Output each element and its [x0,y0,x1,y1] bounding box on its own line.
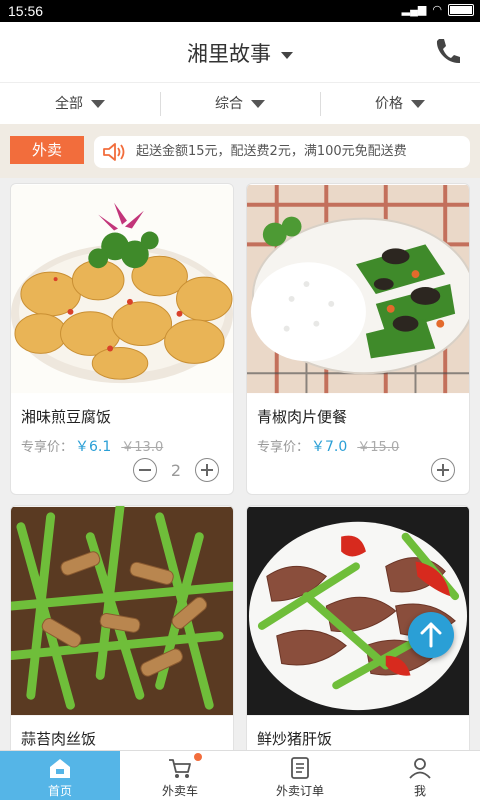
original-price: ￥15.0 [357,440,400,455]
dish-image [11,506,233,716]
tab-profile-label: 我 [413,784,426,798]
product-name: 青椒肉片便餐 [257,408,348,426]
filter-sort[interactable]: 综合 [160,83,320,124]
orders-icon [291,757,309,779]
price-label: 专享价： [257,440,310,455]
original-price: ￥13.0 [121,440,164,455]
speaker-icon [103,143,125,161]
delivery-notice: 起送金额15元，配送费2元，满100元免配送费 [94,136,470,168]
wifi-icon: ◠ [432,4,442,16]
plus-button[interactable] [431,458,455,482]
tab-orders-label: 外卖订单 [275,784,324,798]
price-label: 专享价： [21,440,74,455]
filter-all[interactable]: 全部 [0,83,160,124]
quantity-stepper: 2 [133,458,219,482]
bottom-tab-bar: 首页 外卖车 外卖订单 我 [0,750,480,800]
top-bar: 湘里故事 [0,22,480,82]
product-price: 专享价： ￥6.1 ￥13.0 [21,436,163,456]
current-price: ￥6.1 [75,439,112,455]
product-card[interactable]: 蒜苔肉丝饭 [10,505,234,765]
scroll-top-button[interactable] [408,612,454,658]
product-name: 蒜苔肉丝饭 [21,730,97,748]
plus-button[interactable] [195,458,219,482]
quantity-value: 2 [170,460,182,480]
status-bar: 15:56 ▂▄▆ ◠ [0,0,480,22]
signal-icon: ▂▄▆ [401,4,427,16]
current-price: ￥7.0 [311,439,348,455]
product-card[interactable]: 青椒肉片便餐 专享价： ￥7.0 ￥15.0 [246,183,470,495]
phone-icon[interactable] [432,36,462,66]
store-selector[interactable]: 湘里故事 [0,38,480,68]
home-icon [50,759,70,778]
tab-home[interactable]: 首页 [0,751,120,800]
product-price: 专享价： ￥7.0 ￥15.0 [257,436,399,456]
product-name: 鲜炒猪肝饭 [257,730,333,748]
triangle-down-icon [411,100,425,108]
chevron-down-icon [281,51,293,59]
triangle-down-icon [91,100,105,108]
filter-sort-label: 综合 [215,96,243,112]
filter-price-label: 价格 [375,96,403,112]
minus-button[interactable] [133,458,157,482]
filter-price[interactable]: 价格 [320,83,480,124]
cart-badge [194,753,202,761]
store-title: 湘里故事 [187,42,271,66]
dish-image [11,184,233,394]
quantity-stepper [431,458,455,482]
triangle-down-icon [251,100,265,108]
tab-cart-label: 外卖车 [161,784,198,798]
product-name: 湘味煎豆腐饭 [21,408,112,426]
dish-image [247,184,469,394]
dish-image [247,506,469,716]
tab-home-label: 首页 [47,784,72,798]
notice-text: 起送金额15元，配送费2元，满100元免配送费 [136,144,407,159]
status-time: 15:56 [8,3,44,19]
product-card[interactable]: 湘味煎豆腐饭 专享价： ￥6.1 ￥13.0 2 [10,183,234,495]
cart-icon [169,759,191,778]
notice-row: 外卖 起送金额15元，配送费2元，满100元免配送费 [0,124,480,178]
tab-profile[interactable]: 我 [360,751,480,800]
status-icons: ▂▄▆ ◠ [402,3,474,16]
tab-cart[interactable]: 外卖车 [120,751,240,800]
takeout-tag: 外卖 [10,136,84,164]
battery-icon [448,3,474,16]
filter-bar: 全部 综合 价格 [0,82,480,124]
tab-orders[interactable]: 外卖订单 [240,751,360,800]
user-icon [409,758,431,779]
filter-all-label: 全部 [55,96,83,112]
